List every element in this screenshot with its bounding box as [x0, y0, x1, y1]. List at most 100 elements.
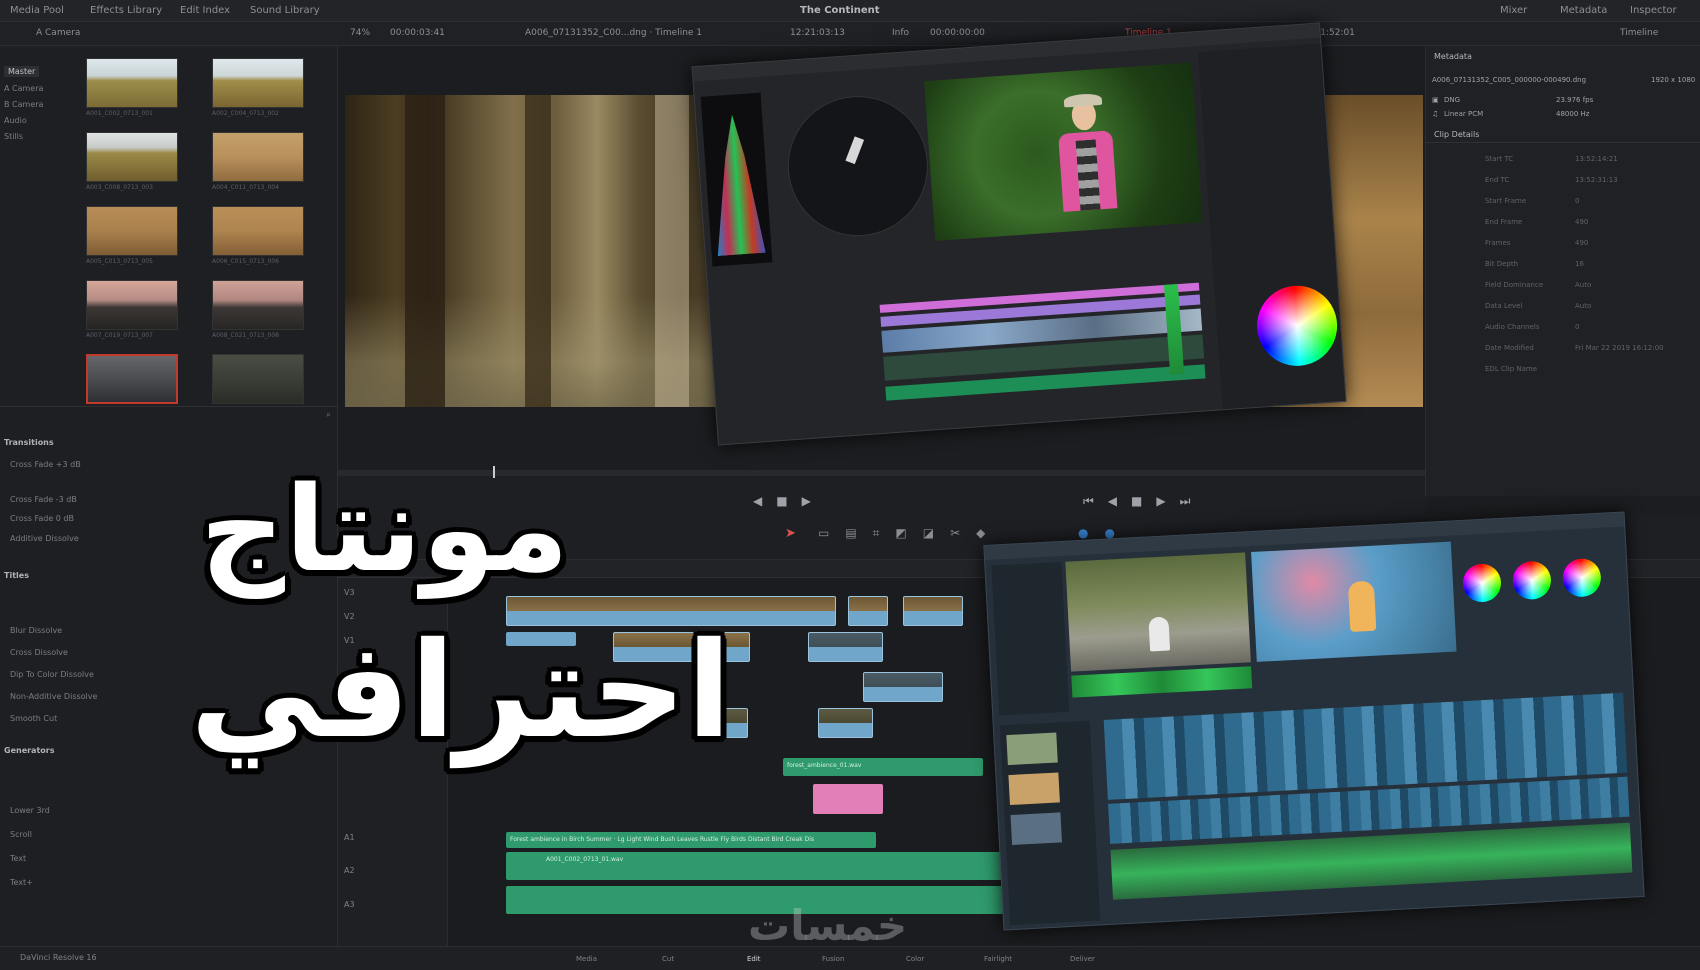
- waveform-scope: [700, 92, 773, 267]
- clip-thumbnail[interactable]: [212, 354, 304, 404]
- page-tab-cut[interactable]: Cut: [662, 955, 674, 963]
- audio-clip[interactable]: Forest ambience in Birch Summer · Lg Lig…: [506, 832, 876, 848]
- clip-thumbnail[interactable]: [86, 280, 178, 330]
- subject-orange-dress: [1347, 580, 1377, 632]
- clip-detail-value: 13:52:14:21: [1575, 155, 1618, 163]
- effect-item[interactable]: Dip To Color Dissolve: [10, 670, 94, 679]
- effect-item[interactable]: Scroll: [10, 830, 32, 839]
- tree-trunk: [655, 95, 689, 407]
- track-label-a3: A3: [344, 900, 355, 909]
- effect-item[interactable]: Text+: [10, 878, 33, 887]
- page-tab-edit[interactable]: Edit: [747, 955, 761, 963]
- clip-thumbnail[interactable]: [86, 206, 178, 256]
- vectorscope-trace: [845, 136, 865, 165]
- overlay-clip-list: [999, 720, 1101, 926]
- selection-tool-icon[interactable]: ➤: [785, 526, 796, 541]
- page-tab-color[interactable]: Color: [906, 955, 924, 963]
- metadata-tab[interactable]: Metadata: [1560, 5, 1607, 16]
- effect-item[interactable]: Cross Fade +3 dB: [10, 460, 81, 469]
- clip-detail-key: End TC: [1485, 176, 1510, 184]
- clip-details-list: Start TC 13:52:14:21 End TC 13:52:31:13 Star…: [1425, 155, 1700, 395]
- effect-item[interactable]: Additive Dissolve: [10, 534, 79, 543]
- clip-thumbnail[interactable]: [212, 58, 304, 108]
- project-title: The Continent: [800, 5, 880, 16]
- section-titles[interactable]: Titles: [4, 571, 29, 580]
- page-tab-fusion[interactable]: Fusion: [822, 955, 844, 963]
- video-clip[interactable]: [903, 596, 963, 626]
- title-line-professional: احترافي: [190, 614, 732, 768]
- inspector-tab[interactable]: Inspector: [1630, 5, 1677, 16]
- section-generators[interactable]: Generators: [4, 746, 54, 755]
- bin-stills[interactable]: Stills: [4, 132, 23, 141]
- clip-thumbnail[interactable]: [86, 58, 178, 108]
- info-dropdown[interactable]: Info: [892, 28, 909, 38]
- metadata-codec: DNG: [1444, 96, 1461, 104]
- edit-tool-icons[interactable]: ▭▤⌗◩◪✂◆: [818, 526, 1001, 541]
- effect-item[interactable]: Cross Fade -3 dB: [10, 495, 77, 504]
- clip-detail-value: 0: [1575, 197, 1580, 205]
- video-clip[interactable]: [818, 708, 873, 738]
- page-tab-deliver[interactable]: Deliver: [1070, 955, 1095, 963]
- mixer-tab[interactable]: Mixer: [1500, 5, 1527, 16]
- color-wheel[interactable]: [1254, 283, 1340, 369]
- page-tab-fairlight[interactable]: Fairlight: [984, 955, 1012, 963]
- pink-clip[interactable]: [813, 784, 883, 814]
- effects-library-tab[interactable]: Effects Library: [90, 5, 162, 16]
- audio-clip[interactable]: A001_C002_0713_01.wav: [506, 852, 1026, 880]
- effect-item[interactable]: Non-Additive Dissolve: [10, 692, 97, 701]
- audio-clip-label: forest_ambience_01.wav: [787, 762, 862, 769]
- page-tab-media[interactable]: Media: [576, 955, 597, 963]
- color-wheel-shadows[interactable]: [1462, 563, 1502, 603]
- clip-audio-waveform: [1071, 666, 1253, 698]
- clip-thumbnail[interactable]: [212, 206, 304, 256]
- playback-buttons[interactable]: ⏮◀■▶⏭: [1083, 494, 1204, 509]
- bin-master[interactable]: Master: [4, 66, 40, 77]
- audio-clip-label: Forest ambience in Birch Summer · Lg Lig…: [510, 836, 815, 843]
- section-transitions[interactable]: Transitions: [4, 438, 54, 447]
- subject-hat: [1063, 92, 1103, 108]
- audio-clip-label: A001_C002_0713_01.wav: [546, 856, 624, 863]
- color-wheel-highlights[interactable]: [1561, 557, 1602, 598]
- effect-item[interactable]: Smooth Cut: [10, 714, 57, 723]
- edit-index-tab[interactable]: Edit Index: [180, 5, 230, 16]
- video-clip[interactable]: [808, 632, 883, 662]
- metadata-fps: 23.976 fps: [1556, 96, 1594, 104]
- clip-detail-value: 13:52:31:13: [1575, 176, 1618, 184]
- audio-clip[interactable]: forest_ambience_01.wav: [783, 758, 983, 776]
- effect-item[interactable]: Lower 3rd: [10, 806, 50, 815]
- effect-item[interactable]: Text: [10, 854, 26, 863]
- color-wheel-midtones[interactable]: [1511, 560, 1552, 601]
- clip-thumbnail-caption: A002_C004_0713_002: [212, 110, 279, 117]
- effect-item[interactable]: Cross Fade 0 dB: [10, 514, 74, 523]
- viewer-toolbar: A Camera 74% 00:00:03:41 A006_07131352_C…: [0, 22, 1700, 46]
- effect-item[interactable]: Blur Dissolve: [10, 626, 62, 635]
- clip-thumbnail[interactable]: [212, 132, 304, 182]
- bin-a-camera[interactable]: A Camera: [4, 84, 43, 93]
- clip-thumbnail-selected[interactable]: [86, 354, 178, 404]
- clip-details-header: Clip Details: [1434, 130, 1480, 139]
- source-timecode: 00:00:03:41: [390, 28, 445, 38]
- video-clip[interactable]: [863, 672, 943, 702]
- clip-detail-key: Start Frame: [1485, 197, 1527, 205]
- lumetri-panel: [1197, 43, 1347, 412]
- clip-thumbnail[interactable]: [86, 132, 178, 182]
- bin-b-camera[interactable]: B Camera: [4, 100, 43, 109]
- sound-library-tab[interactable]: Sound Library: [250, 5, 320, 16]
- bin-selector[interactable]: A Camera: [36, 28, 80, 38]
- clip-thumbnail[interactable]: [212, 280, 304, 330]
- clip-duration: 12:21:03:13: [790, 28, 845, 38]
- search-icon[interactable]: ⌕: [326, 410, 331, 420]
- track-label-a2: A2: [344, 866, 355, 875]
- bin-audio[interactable]: Audio: [4, 116, 27, 125]
- clip-detail-key: Start TC: [1485, 155, 1514, 163]
- video-clip[interactable]: [848, 596, 888, 626]
- zoom-level[interactable]: 74%: [350, 28, 370, 38]
- film-icon: ▣: [1432, 96, 1439, 104]
- media-pool-tab[interactable]: Media Pool: [10, 5, 64, 16]
- clip-thumb: [1008, 772, 1060, 806]
- clip-detail-key: EDL Clip Name: [1485, 365, 1538, 373]
- source-playback-buttons[interactable]: ◀■▶: [753, 494, 825, 508]
- title-line-montage: مونتاج: [200, 460, 569, 598]
- app-top-bar: Media Pool Effects Library Edit Index So…: [0, 0, 1700, 22]
- effect-item[interactable]: Cross Dissolve: [10, 648, 68, 657]
